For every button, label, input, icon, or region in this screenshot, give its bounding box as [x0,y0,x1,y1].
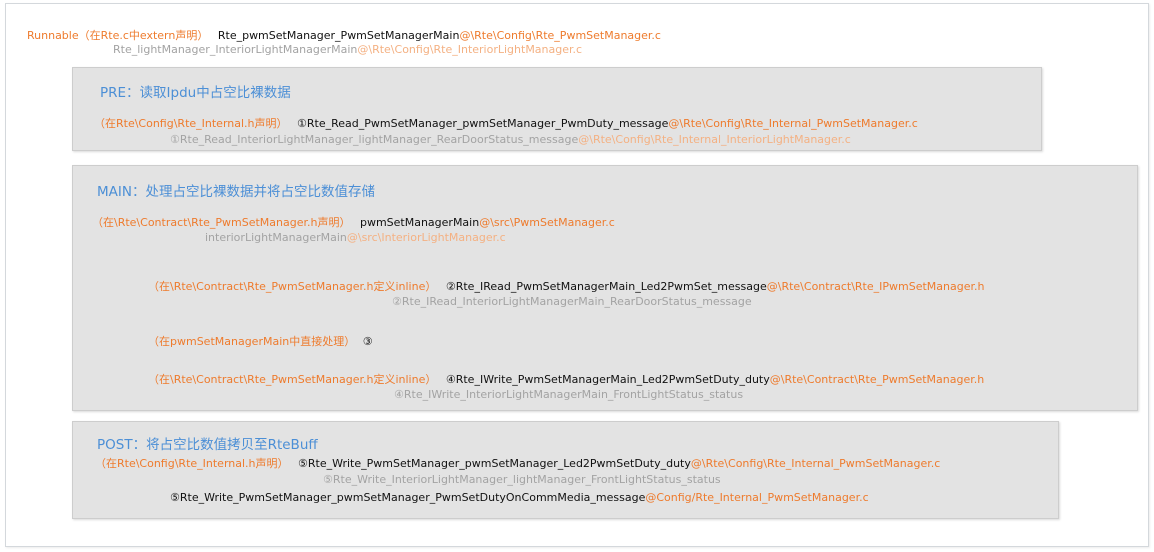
post-write-path: @\Rte\Config\Rte_Internal_PwmSetManager.… [690,457,941,470]
runnable-label: Runnable（在Rte.c中extern声明） [27,29,209,42]
runnable-line: Runnable（在Rte.c中extern声明） Rte_pwmSetMana… [27,27,661,43]
step2-path: @\Rte\Contract\Rte_IPwmSetManager.h [766,280,985,293]
step3-decl: （在pwmSetManagerMain中直接处理） [148,335,356,348]
post-write-line: （在Rte\Config\Rte_Internal.h声明） ⑤Rte_Writ… [95,455,940,471]
pre-title: PRE：读取Ipdu中占空比裸数据 [100,85,291,101]
step3-line: （在pwmSetManagerMain中直接处理） ③ [148,333,373,349]
main-alt-path: @\src\InteriorLightManager.c [346,231,506,244]
main-fn-line: （在\Rte\Contract\Rte_PwmSetManager.h声明） p… [92,214,615,230]
main-alt-line: interiorLightManagerMain@\src\InteriorLi… [205,231,506,244]
runnable-main-path: @\Rte\Config\Rte_PwmSetManager.c [459,29,661,42]
step2-line: （在\Rte\Contract\Rte_PwmSetManager.h定义inl… [148,278,984,294]
post-write-fn: ⑤Rte_Write_PwmSetManager_pwmSetManager_L… [298,457,691,470]
step3-fn: ③ [362,335,373,348]
runnable-alt-fn: Rte_lightManager_InteriorLightManagerMai… [113,43,358,56]
step4-alt: ④Rte_IWrite_InteriorLightManagerMain_Fro… [394,388,744,401]
main-fn: pwmSetManagerMain [359,216,480,229]
runnable-main-fn: Rte_pwmSetManager_PwmSetManagerMain [217,29,460,42]
post-decl: （在Rte\Config\Rte_Internal.h声明） [95,457,289,470]
main-decl: （在\Rte\Contract\Rte_PwmSetManager.h声明） [92,216,351,229]
main-title: MAIN：处理占空比裸数据并将占空比数值存储 [97,184,375,200]
runnable-alt-path: @\Rte\Config\Rte_InteriorLightManager.c [357,43,583,56]
main-path: @\src\PwmSetManager.c [479,216,615,229]
step4-decl: （在\Rte\Contract\Rte_PwmSetManager.h定义inl… [148,373,437,386]
pre-read-fn: ①Rte_Read_PwmSetManager_pwmSetManager_Pw… [297,117,669,130]
post-extra-path: @Config/Rte_Internal_PwmSetManager.c [645,491,869,504]
post-extra-line: ⑤Rte_Write_PwmSetManager_pwmSetManager_P… [170,491,869,504]
step4-path: @\Rte\Contract\Rte_PwmSetManager.h [769,373,985,386]
pre-alt-fn: ①Rte_Read_InteriorLightManager_lightMana… [170,133,579,146]
step2-decl: （在\Rte\Contract\Rte_PwmSetManager.h定义inl… [148,280,437,293]
pre-read-line: （在Rte\Config\Rte_Internal.h声明） ①Rte_Read… [94,115,918,131]
runnable-alt-line: Rte_lightManager_InteriorLightManagerMai… [113,43,582,56]
main-alt-fn: interiorLightManagerMain [205,231,347,244]
pre-alt-path: @\Rte\Config\Rte_Internal_InteriorLightM… [578,133,851,146]
post-alt-fn: ⑤Rte_Write_InteriorLightManager_lightMan… [323,473,721,486]
post-extra-fn: ⑤Rte_Write_PwmSetManager_pwmSetManager_P… [170,491,646,504]
step2-fn: ②Rte_IRead_PwmSetManagerMain_Led2PwmSet_… [445,280,767,293]
step4-fn: ④Rte_IWrite_PwmSetManagerMain_Led2PwmSet… [445,373,770,386]
step2-alt: ②Rte_IRead_InteriorLightManagerMain_Rear… [392,295,752,308]
pre-decl: （在Rte\Config\Rte_Internal.h声明） [94,117,288,130]
pre-alt-line: ①Rte_Read_InteriorLightManager_lightMana… [170,133,851,146]
step4-line: （在\Rte\Contract\Rte_PwmSetManager.h定义inl… [148,371,984,387]
post-title: POST：将占空比数值拷贝至RteBuff [97,437,318,453]
pre-read-path: @\Rte\Config\Rte_Internal_PwmSetManager.… [668,117,918,130]
